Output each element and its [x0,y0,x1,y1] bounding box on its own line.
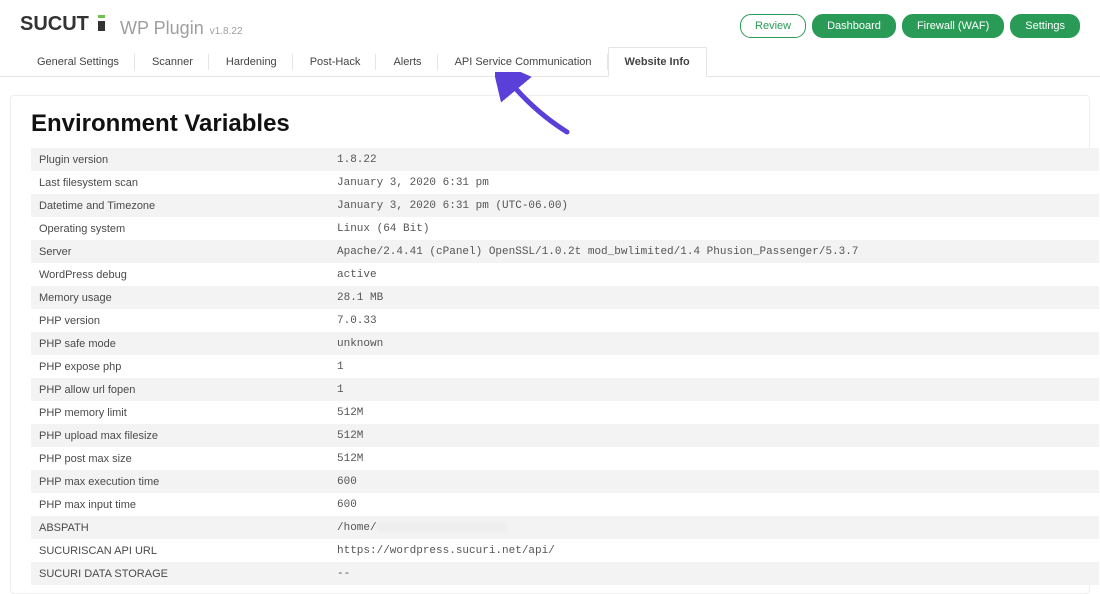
env-key: PHP expose php [31,355,329,378]
tab-posthack[interactable]: Post-Hack [293,47,377,76]
tab-alerts[interactable]: Alerts [376,47,437,76]
env-key: ABSPATH [31,516,329,539]
table-row: PHP post max size512M [31,447,1099,470]
redacted-icon [377,522,507,532]
brand-subtitle: WP Plugin [120,18,204,39]
table-row: PHP upload max filesize512M [31,424,1099,447]
table-row: PHP max input time600 [31,493,1099,516]
tab-hardening[interactable]: Hardening [209,47,293,76]
table-row: PHP expose php1 [31,355,1099,378]
env-value: 28.1 MB [329,286,1099,309]
env-value: 600 [329,493,1099,516]
env-value: 1 [329,355,1099,378]
panel-title: Environment Variables [11,96,1089,148]
env-key: SUCURI DATA STORAGE [31,562,329,585]
env-value: active [329,263,1099,286]
env-key: Last filesystem scan [31,171,329,194]
tab-api[interactable]: API Service Communication [438,47,608,76]
firewall-button[interactable]: Firewall (WAF) [902,14,1004,38]
tab-scanner[interactable]: Scanner [135,47,209,76]
table-row: PHP allow url fopen1 [31,378,1099,401]
sucuri-logo-icon: SUCUT [20,12,110,34]
env-value: https://wordpress.sucuri.net/api/ [329,539,1099,562]
env-key: Plugin version [31,148,329,171]
env-key: WordPress debug [31,263,329,286]
env-key: SUCURISCAN API URL [31,539,329,562]
table-row: Datetime and TimezoneJanuary 3, 2020 6:3… [31,194,1099,217]
env-value: 7.0.33 [329,309,1099,332]
table-row: Plugin version1.8.22 [31,148,1099,171]
env-value: unknown [329,332,1099,355]
header-buttons: Review Dashboard Firewall (WAF) Settings [740,14,1080,38]
table-row: PHP max execution time600 [31,470,1099,493]
env-key: PHP safe mode [31,332,329,355]
env-key: PHP version [31,309,329,332]
env-key: Server [31,240,329,263]
table-row: Memory usage28.1 MB [31,286,1099,309]
review-button[interactable]: Review [740,14,806,38]
tab-website[interactable]: Website Info [608,47,707,77]
env-value: /home/ [329,516,1099,539]
env-key: Datetime and Timezone [31,194,329,217]
brand-version: v1.8.22 [210,26,243,37]
table-row: PHP version7.0.33 [31,309,1099,332]
dashboard-button[interactable]: Dashboard [812,14,896,38]
env-table: Plugin version1.8.22Last filesystem scan… [31,148,1099,585]
env-key: PHP max input time [31,493,329,516]
env-key: PHP post max size [31,447,329,470]
table-row: PHP memory limit512M [31,401,1099,424]
table-row: ABSPATH/home/ [31,516,1099,539]
env-value: 1.8.22 [329,148,1099,171]
env-key: PHP max execution time [31,470,329,493]
env-value: 512M [329,447,1099,470]
tabs-row: General SettingsScannerHardeningPost-Hac… [0,47,1100,77]
env-key: Memory usage [31,286,329,309]
env-key: PHP memory limit [31,401,329,424]
table-row: Operating systemLinux (64 Bit) [31,217,1099,240]
table-row: ServerApache/2.4.41 (cPanel) OpenSSL/1.0… [31,240,1099,263]
env-value: January 3, 2020 6:31 pm (UTC-06.00) [329,194,1099,217]
table-row: WordPress debugactive [31,263,1099,286]
env-key: PHP upload max filesize [31,424,329,447]
svg-text:SUCUT: SUCUT [20,13,89,34]
tab-general[interactable]: General Settings [20,47,135,76]
brand-logo: SUCUT WP Plugin v1.8.22 [20,12,243,39]
env-value: January 3, 2020 6:31 pm [329,171,1099,194]
env-key: PHP allow url fopen [31,378,329,401]
env-key: Operating system [31,217,329,240]
env-value: Linux (64 Bit) [329,217,1099,240]
env-value: 1 [329,378,1099,401]
table-row: SUCURI DATA STORAGE-- [31,562,1099,585]
env-value: -- [329,562,1099,585]
env-value: Apache/2.4.41 (cPanel) OpenSSL/1.0.2t mo… [329,240,1099,263]
table-row: PHP safe modeunknown [31,332,1099,355]
env-value: 512M [329,401,1099,424]
header: SUCUT WP Plugin v1.8.22 Review Dashboard… [0,0,1100,47]
settings-button[interactable]: Settings [1010,14,1080,38]
table-row: Last filesystem scanJanuary 3, 2020 6:31… [31,171,1099,194]
env-value: 600 [329,470,1099,493]
env-value: 512M [329,424,1099,447]
table-row: SUCURISCAN API URLhttps://wordpress.sucu… [31,539,1099,562]
env-panel: Environment Variables Plugin version1.8.… [10,95,1090,594]
